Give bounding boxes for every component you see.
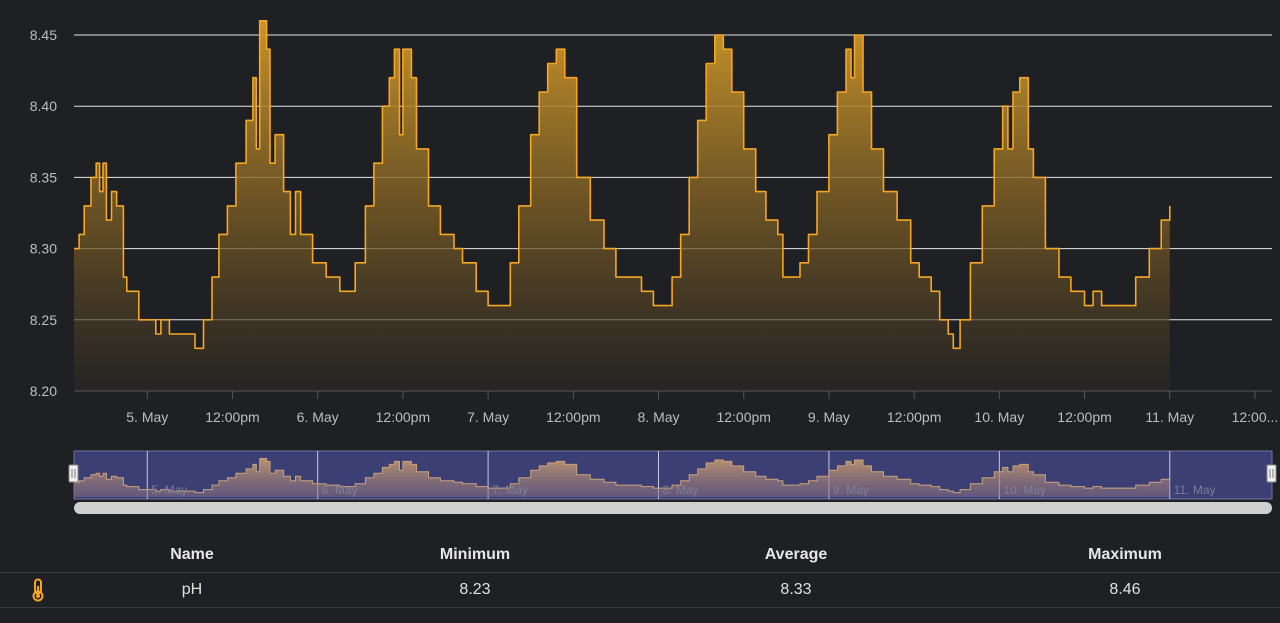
plot-area xyxy=(74,20,1171,392)
x-tick-label: 12:00pm xyxy=(716,409,770,425)
stats-table: Name Minimum Average Maximum pH 8.23 8.3… xyxy=(0,538,1280,608)
y-tick-label: 8.45 xyxy=(30,27,57,43)
y-tick-label: 8.40 xyxy=(30,98,57,114)
navigator-right-handle[interactable] xyxy=(1266,464,1277,483)
navigator-left-handle[interactable] xyxy=(68,464,79,483)
row-name: pH xyxy=(181,581,203,598)
x-axis: 5. May 12:00pm 6. May 12:00pm 7. May 12:00pm 8… xyxy=(126,391,1278,425)
header-average: Average xyxy=(764,546,828,563)
x-tick-label: 12:00... xyxy=(1232,409,1279,425)
x-tick-label: 9. May xyxy=(808,409,850,425)
thermometer-icon xyxy=(24,573,52,607)
x-tick-label: 12:00pm xyxy=(376,409,430,425)
stats-row-ph[interactable]: pH 8.23 8.33 8.46 xyxy=(0,573,1280,608)
ph-chart: 8.20 8.25 8.30 8.35 8.40 8.45 5. May 12:00pm 6.… xyxy=(30,20,1278,514)
navigator-label: 11. May xyxy=(1174,483,1216,497)
header-name: Name xyxy=(170,546,214,563)
x-tick-label: 8. May xyxy=(638,409,680,425)
scrollbar[interactable] xyxy=(74,502,1272,514)
x-tick-label: 12:00pm xyxy=(1057,409,1111,425)
y-axis: 8.20 8.25 8.30 8.35 8.40 8.45 xyxy=(30,27,57,399)
navigator-label: 8. May xyxy=(663,483,699,497)
x-tick-label: 12:00pm xyxy=(887,409,941,425)
stats-header-row: Name Minimum Average Maximum xyxy=(0,538,1280,573)
navigator-label: 10. May xyxy=(1003,483,1046,497)
x-tick-label: 10. May xyxy=(974,409,1024,425)
navigator-label: 7. May xyxy=(492,483,528,497)
header-maximum: Maximum xyxy=(1088,546,1162,563)
y-tick-label: 8.35 xyxy=(30,169,57,185)
row-average: 8.33 xyxy=(780,581,812,598)
navigator-label: 9. May xyxy=(833,483,869,497)
x-tick-label: 5. May xyxy=(126,409,168,425)
x-tick-label: 12:00pm xyxy=(205,409,259,425)
x-tick-label: 11. May xyxy=(1145,409,1194,425)
y-tick-label: 8.30 xyxy=(30,241,57,257)
navigator[interactable]: 5. May 6. May 7. May 8. May 9. May 10. May 11.… xyxy=(68,450,1277,500)
navigator-label: 5. May xyxy=(151,483,187,497)
navigator-label: 6. May xyxy=(322,483,358,497)
y-tick-label: 8.25 xyxy=(30,312,57,328)
series-area xyxy=(74,20,1170,392)
row-minimum: 8.23 xyxy=(459,581,491,598)
row-maximum: 8.46 xyxy=(1109,581,1141,598)
header-minimum: Minimum xyxy=(439,546,511,563)
y-tick-label: 8.20 xyxy=(30,383,57,399)
x-tick-label: 12:00pm xyxy=(546,409,600,425)
x-tick-label: 6. May xyxy=(297,409,339,425)
x-tick-label: 7. May xyxy=(467,409,509,425)
